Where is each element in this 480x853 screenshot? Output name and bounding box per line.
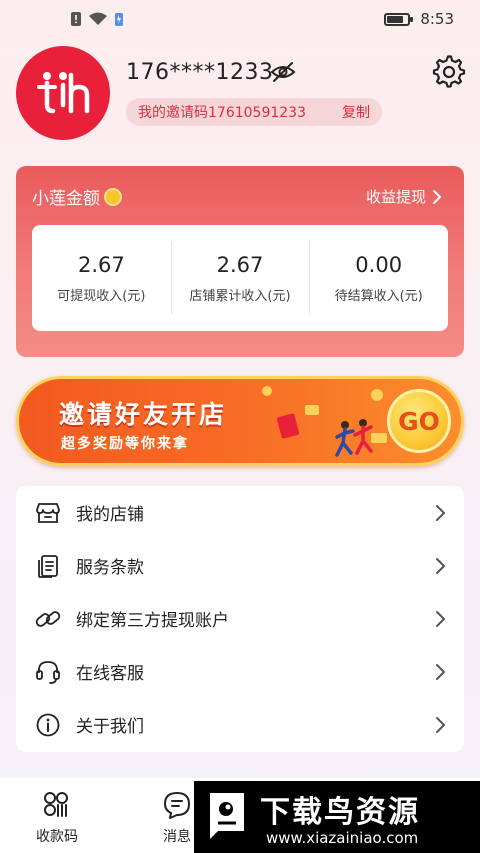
nav-item-messages[interactable]: 消息: [162, 790, 192, 846]
status-bar: 8:53: [0, 0, 480, 40]
menu-label: 服务条款: [76, 558, 144, 578]
nav-label: 消息: [163, 829, 191, 845]
wifi-icon: [89, 12, 107, 25]
nav-label: 收款码: [36, 829, 78, 845]
stat-label: 店铺累计收入(元): [189, 288, 291, 304]
status-time: 8:53: [420, 10, 454, 28]
chevron-right-icon: [436, 504, 445, 521]
phone-number: 176****1233: [126, 60, 274, 85]
menu-label: 关于我们: [76, 717, 144, 737]
qr-code-icon: [44, 792, 68, 817]
menu-item-terms[interactable]: 服务条款: [16, 539, 464, 592]
bird-logo-icon: [210, 793, 244, 839]
invite-code-pill: 我的邀请码17610591233 复制: [126, 98, 382, 126]
stat-label: 待结算收入(元): [334, 288, 423, 304]
chevron-right-icon: [436, 663, 445, 680]
nav-item-payment-code[interactable]: 收款码: [36, 790, 78, 846]
invite-friends-banner[interactable]: 邀请好友开店 超多奖励等你来拿 GO: [16, 376, 464, 466]
earnings-title: 小莲金额: [32, 184, 122, 209]
stat-value: 2.67: [216, 252, 264, 277]
menu-label: 我的店铺: [76, 505, 144, 525]
banner-title: 邀请好友开店: [59, 400, 228, 429]
charging-icon: [115, 13, 123, 26]
banner-subtitle: 超多奖励等你来拿: [61, 436, 189, 452]
withdraw-link[interactable]: 收益提现: [366, 186, 442, 207]
chevron-right-icon: [436, 716, 445, 733]
earnings-title-text: 小莲金额: [32, 189, 100, 209]
settings-gear-icon[interactable]: [432, 55, 466, 89]
menu-item-about-us[interactable]: 关于我们: [16, 698, 464, 751]
message-icon: [164, 792, 190, 819]
store-icon: [34, 499, 62, 527]
eye-hidden-icon[interactable]: [270, 60, 296, 84]
battery-icon: [384, 12, 414, 26]
brand-logo-icon: [37, 72, 90, 114]
status-icons-right: 8:53: [384, 10, 454, 28]
menu-label: 绑定第三方提现账户: [76, 611, 229, 631]
menu-item-customer-service[interactable]: 在线客服: [16, 645, 464, 698]
menu-item-bind-account[interactable]: 绑定第三方提现账户: [16, 592, 464, 645]
watermark-title: 下载鸟资源: [260, 795, 420, 830]
stat-value: 0.00: [355, 252, 403, 277]
go-button[interactable]: GO: [387, 389, 451, 453]
chevron-right-icon: [436, 557, 445, 574]
copy-button[interactable]: 复制: [342, 102, 370, 122]
stat-label: 可提现收入(元): [57, 288, 146, 304]
sim-alert-icon: [71, 12, 81, 26]
earnings-stats: 2.67 可提现收入(元) 2.67 店铺累计收入(元) 0.00 待结算收入(…: [32, 225, 448, 331]
stat-pending[interactable]: 0.00 待结算收入(元): [309, 225, 448, 331]
watermark-banner: 下载鸟资源 www.xiazainiao.com: [194, 781, 480, 853]
chevron-right-icon: [433, 189, 441, 204]
chevron-right-icon: [436, 610, 445, 627]
stat-withdrawable[interactable]: 2.67 可提现收入(元): [32, 225, 171, 331]
document-icon: [34, 552, 62, 580]
earnings-card: 小莲金额 收益提现 2.67 可提现收入(元) 2.67 店铺累计收入(元) 0…: [16, 166, 464, 357]
avatar[interactable]: [16, 46, 110, 140]
stat-value: 2.67: [77, 252, 125, 277]
running-people-illustration-icon: [262, 386, 387, 457]
headset-icon: [34, 658, 62, 686]
withdraw-label: 收益提现: [365, 188, 426, 206]
stat-store-total[interactable]: 2.67 店铺累计收入(元): [170, 225, 310, 331]
coin-icon: [104, 187, 122, 206]
invite-code-label: 我的邀请码17610591233: [138, 105, 306, 121]
watermark-url: www.xiazainiao.com: [266, 829, 419, 847]
status-icons-left: [70, 11, 124, 27]
info-icon: [34, 711, 62, 739]
menu-item-my-store[interactable]: 我的店铺: [16, 486, 464, 539]
menu-list: 我的店铺 服务条款 绑定第三方提现账户 在线客服 关于我们: [16, 486, 464, 752]
menu-label: 在线客服: [76, 664, 144, 684]
link-icon: [34, 605, 62, 633]
